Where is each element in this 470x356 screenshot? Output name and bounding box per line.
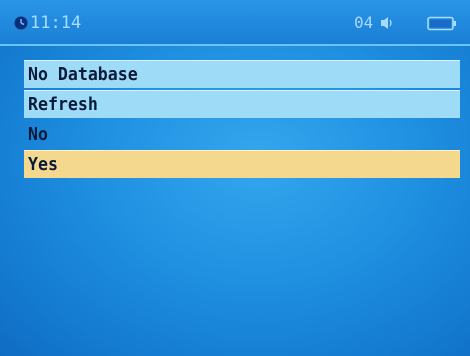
clock-icon xyxy=(14,16,28,30)
menu-item-no-database: No Database xyxy=(24,60,460,88)
menu-item-no[interactable]: No xyxy=(24,120,460,148)
device-screen: 11:14 04 No Database Refresh No Yes xyxy=(0,0,470,356)
battery-icon xyxy=(427,16,456,31)
menu-list: No Database Refresh No Yes xyxy=(24,60,460,180)
menu-item-label: Refresh xyxy=(28,94,98,115)
menu-item-label: No xyxy=(28,124,48,145)
menu-item-label: Yes xyxy=(28,154,58,175)
menu-item-yes[interactable]: Yes xyxy=(24,150,460,178)
menu-item-label: No Database xyxy=(28,64,138,85)
speaker-icon xyxy=(381,17,392,29)
status-bar: 11:14 04 xyxy=(0,0,470,46)
clock-time: 11:14 xyxy=(30,13,82,33)
menu-item-refresh[interactable]: Refresh xyxy=(24,90,460,118)
volume-level: 04 xyxy=(354,13,374,32)
